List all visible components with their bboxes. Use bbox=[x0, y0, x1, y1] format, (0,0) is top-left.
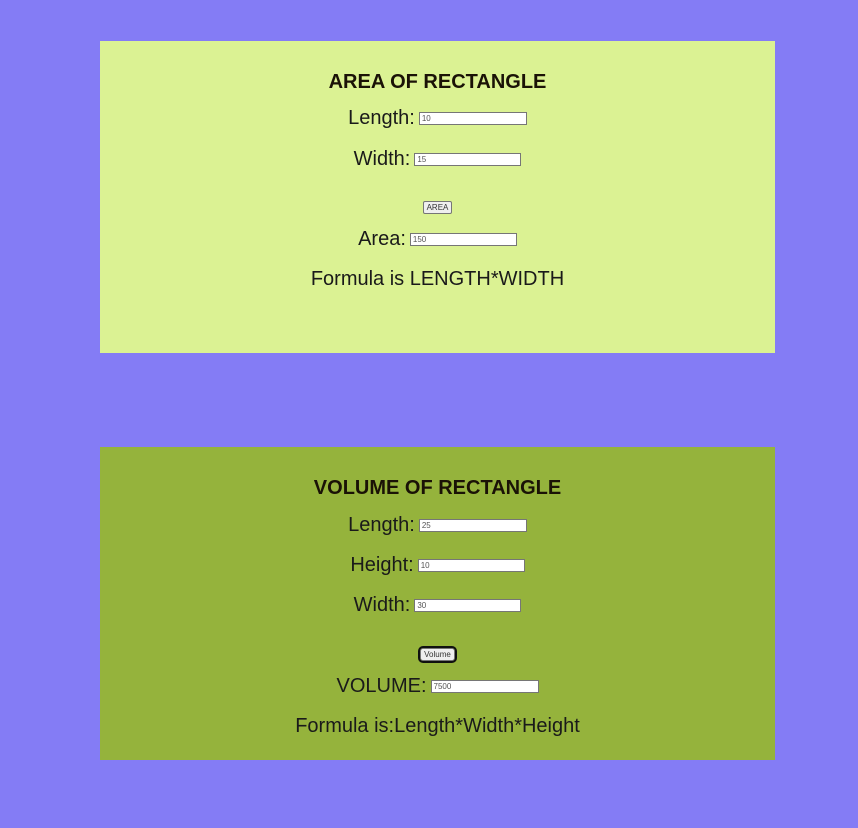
volume-length-row: Length: bbox=[100, 514, 775, 537]
area-formula: Formula is LENGTH*WIDTH bbox=[310, 268, 565, 290]
volume-width-row: Width: bbox=[100, 594, 775, 617]
volume-button[interactable]: Volume bbox=[418, 646, 457, 663]
area-width-input[interactable] bbox=[414, 153, 522, 166]
area-result-row: Area: bbox=[100, 228, 775, 251]
area-length-label: Length: bbox=[348, 107, 415, 129]
volume-height-label: Height: bbox=[350, 554, 414, 576]
area-length-row: Length: bbox=[100, 107, 775, 130]
volume-button-row: Volume bbox=[100, 644, 775, 663]
volume-title: VOLUME OF RECTANGLE bbox=[313, 477, 562, 499]
area-width-label: Width: bbox=[353, 148, 411, 170]
area-result-input[interactable] bbox=[409, 233, 517, 246]
area-title: AREA OF RECTANGLE bbox=[328, 71, 547, 93]
area-button[interactable]: AREA bbox=[422, 201, 453, 214]
volume-width-input[interactable] bbox=[414, 599, 522, 612]
area-panel: AREA OF RECTANGLE Length: Width: AREA Ar… bbox=[100, 41, 775, 353]
volume-width-label: Width: bbox=[353, 594, 411, 616]
volume-length-label: Length: bbox=[348, 514, 415, 536]
volume-result-row: VOLUME: bbox=[100, 675, 775, 698]
area-button-row: AREA bbox=[100, 197, 775, 215]
volume-result-input[interactable] bbox=[430, 680, 539, 693]
volume-result-label: VOLUME: bbox=[336, 675, 427, 697]
volume-formula: Formula is:Length*Width*Height bbox=[295, 715, 580, 737]
area-length-input[interactable] bbox=[418, 112, 527, 125]
volume-height-input[interactable] bbox=[417, 559, 525, 572]
volume-length-input[interactable] bbox=[418, 519, 527, 532]
volume-height-row: Height: bbox=[100, 554, 775, 577]
area-width-row: Width: bbox=[100, 148, 775, 171]
volume-panel: VOLUME OF RECTANGLE Length: Height: Widt… bbox=[100, 447, 775, 760]
area-result-label: Area: bbox=[358, 228, 406, 250]
